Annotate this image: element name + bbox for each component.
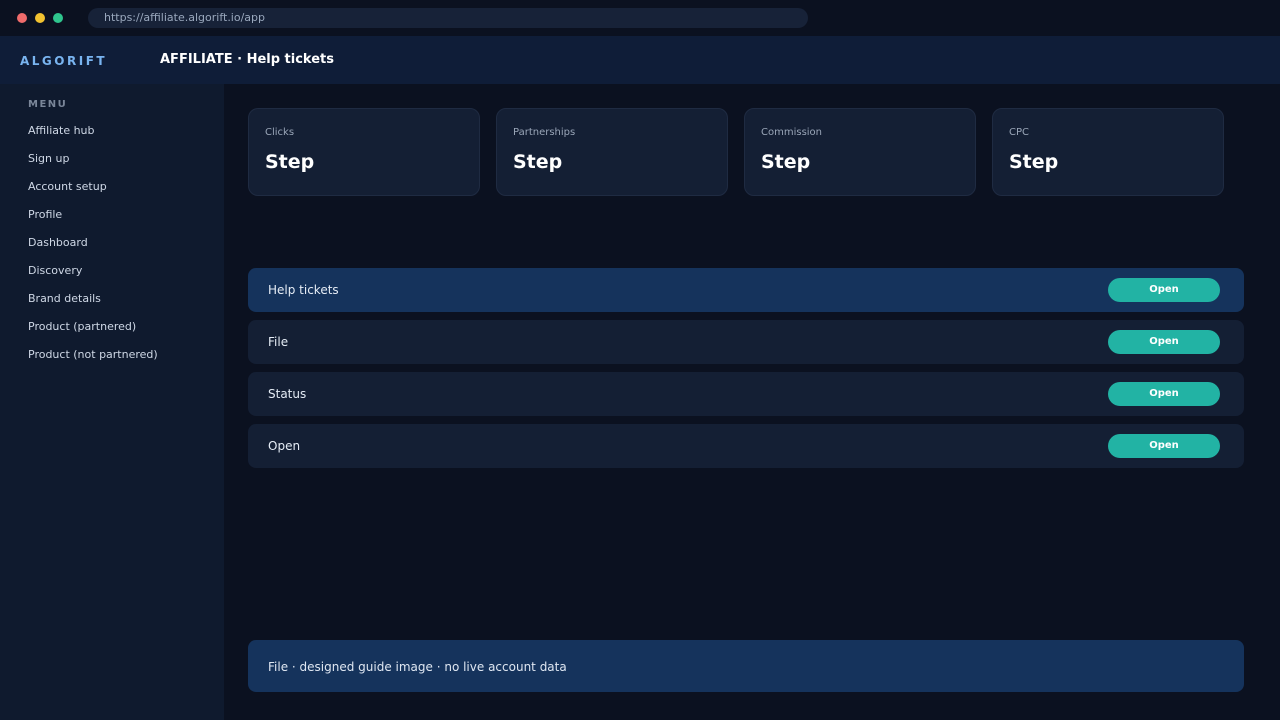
list-item-label: Help tickets (268, 283, 339, 297)
stat-label: Commission (761, 127, 823, 138)
stat-card-cpc: CPC Step (992, 108, 1224, 196)
minimize-window-icon[interactable] (35, 13, 45, 23)
list-item-help-tickets[interactable]: Help tickets Open (248, 268, 1244, 312)
sidebar-item-brand-details[interactable]: Brand details (28, 292, 158, 320)
brand-logo[interactable]: ALGORIFT (20, 54, 107, 68)
list-item-status[interactable]: Status Open (248, 372, 1244, 416)
list-item-file[interactable]: File Open (248, 320, 1244, 364)
browser-chrome: https://affiliate.algorift.io/app (0, 0, 1280, 36)
stat-value: Step (513, 151, 563, 173)
close-window-icon[interactable] (17, 13, 27, 23)
stat-label: CPC (1009, 127, 1029, 138)
sidebar-nav: Affiliate hub Sign up Account setup Prof… (28, 124, 158, 376)
sidebar-item-sign-up[interactable]: Sign up (28, 152, 158, 180)
open-button[interactable]: Open (1108, 278, 1220, 302)
address-bar[interactable]: https://affiliate.algorift.io/app (88, 8, 808, 28)
open-button[interactable]: Open (1108, 330, 1220, 354)
maximize-window-icon[interactable] (53, 13, 63, 23)
stat-value: Step (1009, 151, 1059, 173)
open-button[interactable]: Open (1108, 434, 1220, 458)
sidebar-item-account-setup[interactable]: Account setup (28, 180, 158, 208)
sidebar-item-product-not-partnered[interactable]: Product (not partnered) (28, 348, 158, 376)
stat-value: Step (761, 151, 811, 173)
list-item-open[interactable]: Open Open (248, 424, 1244, 468)
sidebar-item-dashboard[interactable]: Dashboard (28, 236, 158, 264)
stat-card-commission: Commission Step (744, 108, 976, 196)
stat-label: Clicks (265, 127, 295, 138)
stat-value: Step (265, 151, 315, 173)
sidebar-item-profile[interactable]: Profile (28, 208, 158, 236)
list-item-label: File (268, 335, 289, 349)
footer-note-text: File · designed guide image · no live ac… (268, 660, 567, 674)
stat-card-partnerships: Partnerships Step (496, 108, 728, 196)
stat-label: Partnerships (513, 127, 576, 138)
top-bar: ALGORIFT AFFILIATE · Help tickets (0, 36, 1280, 84)
open-button[interactable]: Open (1108, 382, 1220, 406)
sidebar-item-affiliate-hub[interactable]: Affiliate hub (28, 124, 158, 152)
list-item-label: Status (268, 387, 307, 401)
sidebar-item-discovery[interactable]: Discovery (28, 264, 158, 292)
stat-card-clicks: Clicks Step (248, 108, 480, 196)
sidebar-item-product-partnered[interactable]: Product (partnered) (28, 320, 158, 348)
menu-heading: MENU (28, 99, 68, 110)
footer-note: File · designed guide image · no live ac… (248, 640, 1244, 692)
page-title: AFFILIATE · Help tickets (160, 52, 334, 67)
list-item-label: Open (268, 439, 301, 453)
sidebar: MENU Affiliate hub Sign up Account setup… (0, 84, 224, 720)
